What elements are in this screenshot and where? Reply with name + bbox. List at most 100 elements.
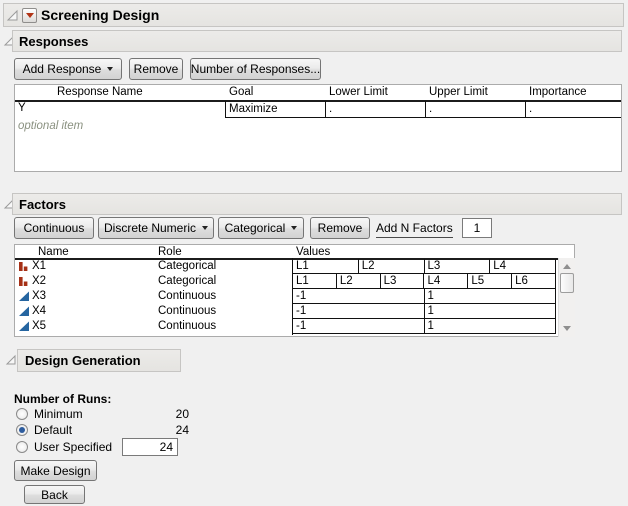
radio-icon[interactable]: [16, 408, 28, 420]
back-label: Back: [41, 488, 68, 502]
value-cell[interactable]: 1: [425, 289, 557, 303]
user-specified-label: User Specified: [34, 440, 112, 454]
value-cell[interactable]: L3: [381, 274, 425, 288]
response-row-cells: Maximize . . .: [225, 101, 621, 118]
value-cell[interactable]: L3: [425, 259, 491, 273]
add-n-factors-label: Add N Factors: [376, 221, 453, 238]
categorical-icon: [18, 275, 30, 290]
factor-values: -1 1: [292, 304, 556, 319]
response-name-cell[interactable]: Y: [18, 102, 26, 114]
design-generation-header: Design Generation: [17, 349, 181, 372]
categorical-button[interactable]: Categorical: [218, 217, 304, 239]
factor-role[interactable]: Continuous: [158, 305, 216, 317]
scrollbar-thumb[interactable]: [560, 273, 574, 293]
factors-title: Factors: [19, 197, 66, 212]
default-value: 24: [126, 423, 189, 437]
responses-table: Response Name Goal Lower Limit Upper Lim…: [14, 84, 622, 172]
minimum-label: Minimum: [34, 407, 83, 421]
factor-row[interactable]: X4 Continuous -1 1: [15, 304, 556, 319]
col-values: Values: [296, 246, 330, 258]
factor-role[interactable]: Continuous: [158, 320, 216, 332]
lower-limit-cell[interactable]: .: [325, 101, 425, 117]
remove-response-button[interactable]: Remove: [129, 58, 183, 80]
col-importance: Importance: [529, 86, 587, 98]
discrete-numeric-button[interactable]: Discrete Numeric: [98, 217, 214, 239]
radio-minimum[interactable]: Minimum 20: [16, 407, 196, 421]
continuous-button[interactable]: Continuous: [14, 217, 94, 239]
factor-name[interactable]: X3: [32, 290, 46, 302]
factor-name[interactable]: X2: [32, 275, 46, 287]
make-design-button[interactable]: Make Design: [14, 460, 97, 481]
categorical-icon: [18, 260, 30, 275]
continuous-icon: [18, 290, 30, 305]
radio-selected-icon[interactable]: [16, 424, 28, 436]
value-cell[interactable]: -1: [293, 319, 425, 333]
value-cell[interactable]: L1: [293, 259, 359, 273]
value-cell[interactable]: L5: [468, 274, 512, 288]
radio-user-specified[interactable]: User Specified: [16, 440, 120, 454]
scroll-down-icon[interactable]: [563, 326, 571, 331]
value-cell[interactable]: L2: [359, 259, 425, 273]
factors-header: Factors: [12, 193, 622, 215]
remove-factor-button[interactable]: Remove: [310, 217, 370, 239]
chevron-down-icon: [107, 67, 113, 71]
red-triangle-icon: [26, 13, 34, 18]
factors-scrollbar[interactable]: [558, 258, 575, 337]
optional-item-placeholder[interactable]: optional item: [18, 120, 83, 132]
factor-name[interactable]: X5: [32, 320, 46, 332]
disclosure-icon[interactable]: [6, 9, 19, 22]
design-generation-disclosure-icon[interactable]: [5, 354, 17, 366]
col-role: Role: [158, 246, 182, 258]
number-of-responses-label: Number of Responses...: [191, 62, 320, 76]
screening-design-header: Screening Design: [3, 3, 624, 27]
value-cell[interactable]: L1: [293, 274, 337, 288]
factor-name[interactable]: X4: [32, 305, 46, 317]
importance-cell[interactable]: .: [525, 101, 621, 117]
remove-factor-label: Remove: [318, 221, 363, 235]
radio-default[interactable]: Default 24: [16, 423, 196, 437]
discrete-numeric-label: Discrete Numeric: [104, 221, 196, 235]
factor-role[interactable]: Continuous: [158, 290, 216, 302]
value-cell[interactable]: -1: [293, 289, 425, 303]
factor-row[interactable]: X1 Categorical L1 L2 L3 L4: [15, 259, 556, 274]
remove-response-label: Remove: [134, 62, 179, 76]
minimum-value: 20: [126, 407, 189, 421]
upper-limit-cell[interactable]: .: [425, 101, 525, 117]
radio-icon[interactable]: [16, 441, 28, 453]
factor-values: -1 1: [292, 289, 556, 304]
goal-cell[interactable]: Maximize: [225, 101, 325, 117]
value-cell[interactable]: L4: [490, 259, 556, 273]
value-cell[interactable]: L6: [512, 274, 556, 288]
factor-row[interactable]: X5 Continuous -1 1: [15, 319, 556, 334]
continuous-icon: [18, 305, 30, 320]
add-response-button[interactable]: Add Response: [14, 58, 122, 80]
default-label: Default: [34, 423, 72, 437]
number-of-runs-label: Number of Runs:: [14, 392, 111, 406]
value-cell[interactable]: 1: [425, 304, 557, 318]
add-n-factors-input[interactable]: 1: [462, 218, 492, 238]
value-cell[interactable]: 1: [425, 319, 557, 333]
screening-design-window: Screening Design Responses Add Response …: [0, 0, 628, 506]
factor-role[interactable]: Categorical: [158, 260, 216, 272]
back-button[interactable]: Back: [24, 485, 85, 504]
number-of-responses-button[interactable]: Number of Responses...: [190, 58, 321, 80]
col-goal: Goal: [229, 86, 253, 98]
factor-name[interactable]: X1: [32, 260, 46, 272]
screening-design-title: Screening Design: [41, 7, 159, 23]
chevron-down-icon: [202, 226, 208, 230]
red-triangle-menu-button[interactable]: [22, 8, 37, 23]
user-specified-value: 24: [160, 440, 173, 454]
scroll-up-icon[interactable]: [563, 264, 571, 269]
make-design-label: Make Design: [20, 464, 90, 478]
design-generation-title: Design Generation: [25, 353, 141, 368]
value-cell[interactable]: L2: [337, 274, 381, 288]
categorical-label: Categorical: [225, 221, 286, 235]
value-cell[interactable]: -1: [293, 304, 425, 318]
factor-role[interactable]: Categorical: [158, 275, 216, 287]
add-n-factors-value: 1: [474, 221, 481, 235]
add-response-label: Add Response: [23, 62, 102, 76]
value-cell[interactable]: L4: [424, 274, 468, 288]
user-specified-input[interactable]: 24: [122, 438, 178, 456]
factor-row[interactable]: X3 Continuous -1 1: [15, 289, 556, 304]
factor-row[interactable]: X2 Categorical L1 L2 L3 L4 L5 L6: [15, 274, 556, 289]
